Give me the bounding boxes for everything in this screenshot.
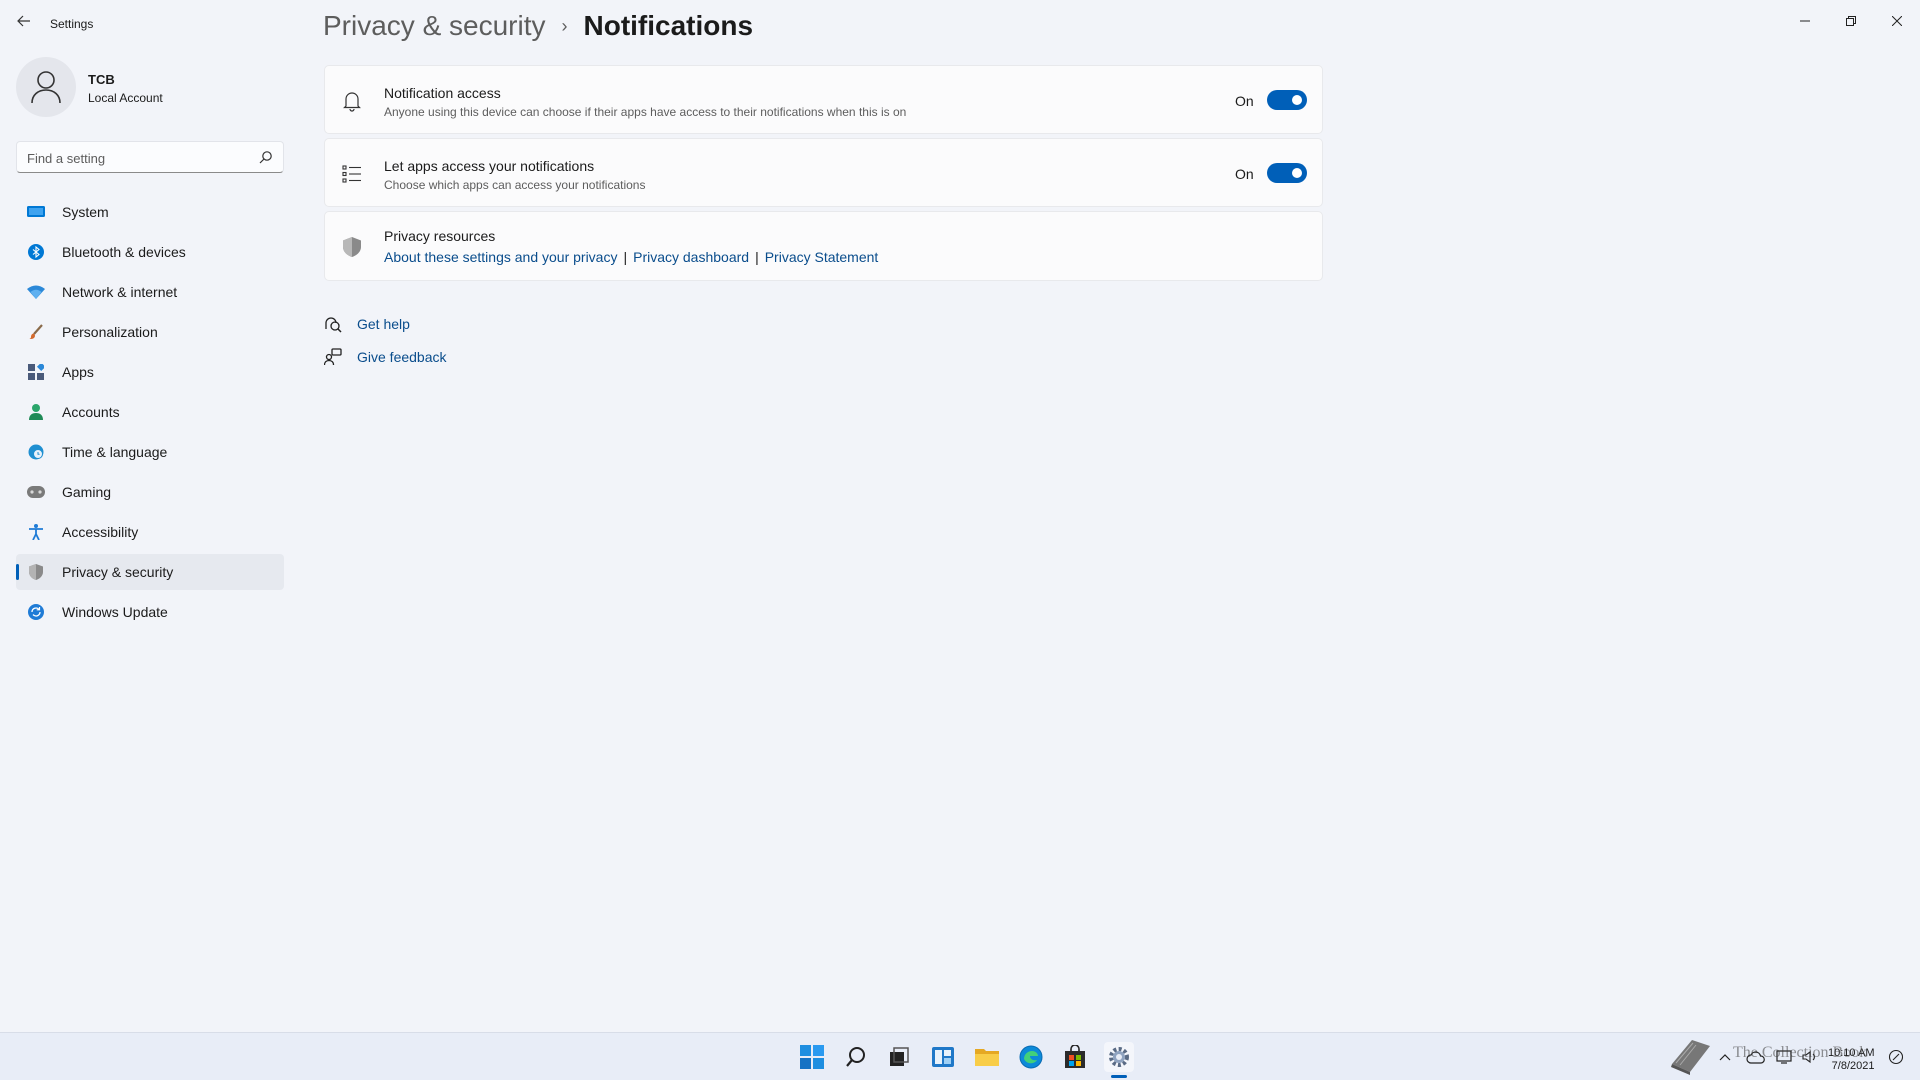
- give-feedback-link[interactable]: Give feedback: [357, 349, 447, 365]
- brush-icon: [27, 323, 45, 341]
- apps-icon: [27, 363, 45, 381]
- sidebar-item-label: Bluetooth & devices: [62, 244, 186, 260]
- sidebar-item-apps[interactable]: Apps: [16, 354, 284, 390]
- app-title: Settings: [50, 17, 94, 31]
- shield-icon: [343, 237, 361, 257]
- restore-button[interactable]: [1828, 6, 1874, 36]
- person-icon: [27, 403, 45, 421]
- privacy-statement-link[interactable]: Privacy Statement: [765, 249, 879, 265]
- close-icon: [1892, 16, 1902, 26]
- link-separator: |: [623, 249, 628, 265]
- sidebar-item-label: Accounts: [62, 404, 120, 420]
- privacy-resources-card: Privacy resources About these settings a…: [324, 211, 1323, 281]
- minimize-icon: [1800, 20, 1810, 22]
- profile-name: TCB: [88, 72, 115, 87]
- breadcrumb-separator: ›: [561, 15, 568, 36]
- title-bar: Settings: [0, 0, 1920, 48]
- sidebar-item-personalization[interactable]: Personalization: [16, 314, 284, 350]
- toggle-state-label: On: [1235, 166, 1254, 182]
- privacy-dashboard-link[interactable]: Privacy dashboard: [633, 249, 749, 265]
- link-separator: |: [755, 249, 759, 265]
- sidebar-item-system[interactable]: System: [16, 194, 284, 230]
- card-title: Notification access: [384, 85, 501, 101]
- start-icon[interactable]: [797, 1042, 827, 1072]
- active-app-indicator: [1111, 1075, 1127, 1078]
- toggle-state-label: On: [1235, 93, 1254, 109]
- let-apps-access-card[interactable]: Let apps access your notifications Choos…: [324, 138, 1323, 207]
- sidebar-item-time-language[interactable]: Time & language: [16, 434, 284, 470]
- sidebar-item-label: Network & internet: [62, 284, 178, 300]
- get-help-icon: [323, 314, 343, 334]
- store-icon[interactable]: [1060, 1042, 1090, 1072]
- sidebar-item-label: Privacy & security: [62, 564, 174, 580]
- sidebar-item-label: Time & language: [62, 444, 168, 460]
- toggle-knob: [1292, 95, 1302, 105]
- avatar[interactable]: [16, 57, 76, 117]
- chevron-up-icon[interactable]: [1718, 1050, 1732, 1064]
- sidebar-item-label: Windows Update: [62, 604, 168, 620]
- wifi-icon: [27, 283, 45, 301]
- update-icon: [27, 603, 45, 621]
- sidebar-item-label: Accessibility: [62, 524, 139, 540]
- back-button[interactable]: [14, 14, 34, 34]
- restore-icon: [1846, 16, 1856, 26]
- sidebar-nav: System Bluetooth & devices Network & int…: [16, 194, 284, 634]
- give-feedback-row[interactable]: Give feedback: [323, 347, 447, 367]
- search-icon[interactable]: [841, 1042, 871, 1072]
- edge-icon[interactable]: [1016, 1042, 1046, 1072]
- get-help-link[interactable]: Get help: [357, 316, 410, 332]
- shield-icon: [27, 563, 45, 581]
- breadcrumb-parent[interactable]: Privacy & security: [323, 10, 546, 42]
- search-icon[interactable]: [259, 150, 273, 164]
- sidebar-item-bluetooth[interactable]: Bluetooth & devices: [16, 234, 284, 270]
- back-arrow-icon: [17, 15, 30, 27]
- sidebar-item-network[interactable]: Network & internet: [16, 274, 284, 310]
- minimize-button[interactable]: [1782, 6, 1828, 36]
- search-box: [16, 141, 284, 173]
- controller-icon: [27, 483, 45, 501]
- sidebar-item-windows-update[interactable]: Windows Update: [16, 594, 284, 630]
- search-input[interactable]: [27, 148, 247, 168]
- bell-icon: [343, 92, 361, 112]
- card-title: Privacy resources: [384, 228, 496, 244]
- profile-account-type: Local Account: [88, 91, 163, 105]
- get-help-row[interactable]: Get help: [323, 314, 410, 334]
- sidebar-item-accessibility[interactable]: Accessibility: [16, 514, 284, 550]
- sidebar-item-privacy-security[interactable]: Privacy & security: [16, 554, 284, 590]
- taskbar: 10:10 AM 7/8/2021: [0, 1032, 1920, 1080]
- card-description: Anyone using this device can choose if t…: [384, 105, 907, 119]
- sidebar-item-label: System: [62, 204, 109, 220]
- system-icon: [27, 203, 45, 221]
- toggle-knob: [1292, 168, 1302, 178]
- settings-window: Settings TCB Local Account Find a settin…: [0, 0, 1920, 1032]
- globe-clock-icon: [27, 443, 45, 461]
- sidebar-item-label: Personalization: [62, 324, 158, 340]
- notification-access-toggle[interactable]: [1267, 90, 1307, 110]
- sidebar-item-label: Apps: [62, 364, 94, 380]
- let-apps-access-toggle[interactable]: [1267, 163, 1307, 183]
- privacy-links: About these settings and your privacy | …: [384, 249, 878, 265]
- sidebar-item-accounts[interactable]: Accounts: [16, 394, 284, 430]
- watermark-text: The Collection Book: [1733, 1044, 1868, 1061]
- breadcrumb: Privacy & security › Notifications: [323, 10, 753, 42]
- book-logo-icon: [1671, 1040, 1710, 1075]
- list-icon: [342, 165, 361, 183]
- settings-icon[interactable]: [1104, 1042, 1134, 1072]
- notification-access-card[interactable]: Notification access Anyone using this de…: [324, 65, 1323, 134]
- bluetooth-icon: [27, 243, 45, 261]
- sidebar-item-label: Gaming: [62, 484, 112, 500]
- feedback-icon: [323, 347, 343, 367]
- task-view-icon[interactable]: [884, 1042, 914, 1072]
- file-explorer-icon[interactable]: [972, 1042, 1002, 1072]
- page-title: Notifications: [583, 10, 754, 41]
- widgets-icon[interactable]: [928, 1042, 958, 1072]
- card-description: Choose which apps can access your notifi…: [384, 178, 646, 192]
- card-title: Let apps access your notifications: [384, 158, 595, 174]
- sidebar-item-gaming[interactable]: Gaming: [16, 474, 284, 510]
- about-settings-privacy-link[interactable]: About these settings and your privacy: [384, 249, 617, 265]
- person-avatar-icon: [31, 71, 61, 104]
- accessibility-icon: [27, 523, 45, 541]
- close-button[interactable]: [1874, 6, 1920, 36]
- notification-center-icon[interactable]: [1888, 1049, 1904, 1065]
